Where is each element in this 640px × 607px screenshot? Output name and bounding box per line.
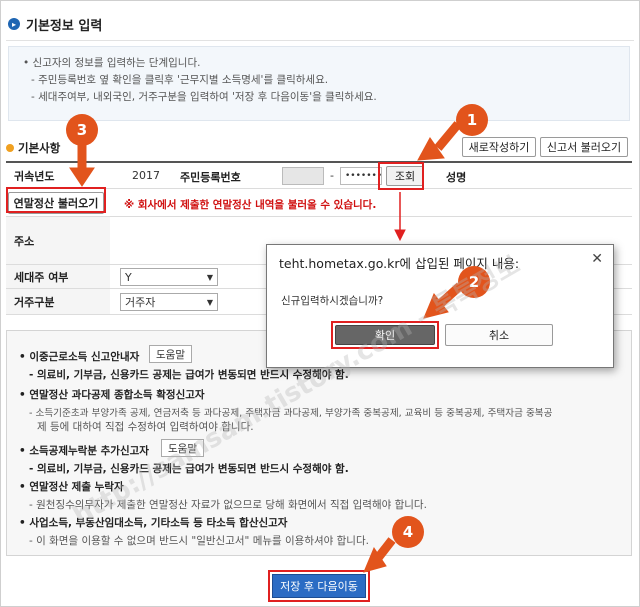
section-header: 기본사항: [6, 140, 60, 156]
new-write-button[interactable]: 새로작성하기: [462, 137, 536, 157]
year-label: 귀속년도: [6, 163, 110, 188]
callout-1: 1: [456, 104, 488, 136]
highlight-load-button: [6, 187, 106, 213]
name-label: 성명: [446, 171, 467, 184]
address-label: 주소: [6, 217, 110, 264]
page-title: 기본정보 입력: [26, 18, 103, 34]
intro-line: - 주민등록번호 옆 확인을 클릭후 '근무지별 소득명세'를 클릭하세요.: [31, 74, 329, 86]
load-notice: ※ 회사에서 제출한 연말정산 내역을 불러올 수 있습니다.: [124, 199, 377, 211]
householder-label: 세대주 여부: [6, 265, 110, 288]
basic-info-form: 귀속년도 2017 주민등록번호 - ••••••• 조회 성명 연말정산 불러…: [6, 161, 632, 315]
rrn-dash: -: [330, 169, 334, 182]
caret-down-icon: ▼: [206, 272, 213, 282]
rrn-front-input[interactable]: [282, 167, 324, 185]
bullet-icon: [6, 144, 14, 152]
rrn-label: 주민등록번호: [180, 171, 241, 184]
residence-label: 거주구분: [6, 289, 110, 314]
divider: [6, 40, 634, 41]
callout-4: 4: [392, 516, 424, 548]
callout-3: 3: [66, 114, 98, 146]
householder-value: Y: [125, 270, 132, 284]
guide-item-title: • 이중근로소득 신고안내자: [19, 351, 140, 363]
residence-value: 거주자: [125, 296, 156, 309]
householder-select[interactable]: Y ▼: [120, 268, 218, 286]
section-title: 기본사항: [18, 141, 61, 155]
save-next-button[interactable]: 저장 후 다음이동: [272, 574, 366, 598]
page-header: ▸ 기본정보 입력: [8, 10, 102, 38]
dialog-message: 신규입력하시겠습니까?: [281, 295, 384, 307]
help-button[interactable]: 도움말: [149, 345, 192, 363]
close-icon[interactable]: ✕: [591, 251, 603, 267]
highlight-check-button: [378, 162, 424, 190]
guide-item-title: • 연말정산 과다공제 종합소득 확정신고자: [19, 389, 205, 401]
form-row-year: 귀속년도 2017 주민등록번호 - ••••••• 조회 성명: [6, 163, 632, 189]
guide-item-sub: - 이 화면을 이용할 수 없으며 반드시 "일반신고서" 메뉴를 이용하셔야 …: [29, 535, 369, 547]
intro-line: - 세대주여부, 내외국인, 거주구분을 입력하여 '저장 후 다음이동'을 클…: [31, 91, 377, 103]
caret-down-icon: ▼: [206, 297, 213, 307]
residence-select[interactable]: 거주자 ▼: [120, 293, 218, 311]
cancel-button[interactable]: 취소: [445, 324, 553, 346]
intro-line: • 신고자의 정보를 입력하는 단계입니다.: [23, 57, 201, 69]
guide-item-title: • 소득공제누락분 추가신고자: [19, 445, 149, 457]
intro-box: • 신고자의 정보를 입력하는 단계입니다. - 주민등록번호 옆 확인을 클릭…: [8, 46, 630, 121]
guide-item-title: • 사업소득, 부동산임대소득, 기타소득 등 타소득 합산신고자: [19, 517, 288, 529]
load-return-button[interactable]: 신고서 불러오기: [540, 137, 628, 157]
year-value: 2017: [132, 169, 160, 182]
rrn-back-input[interactable]: •••••••: [340, 167, 382, 185]
chevron-right-icon: ▸: [8, 18, 20, 30]
